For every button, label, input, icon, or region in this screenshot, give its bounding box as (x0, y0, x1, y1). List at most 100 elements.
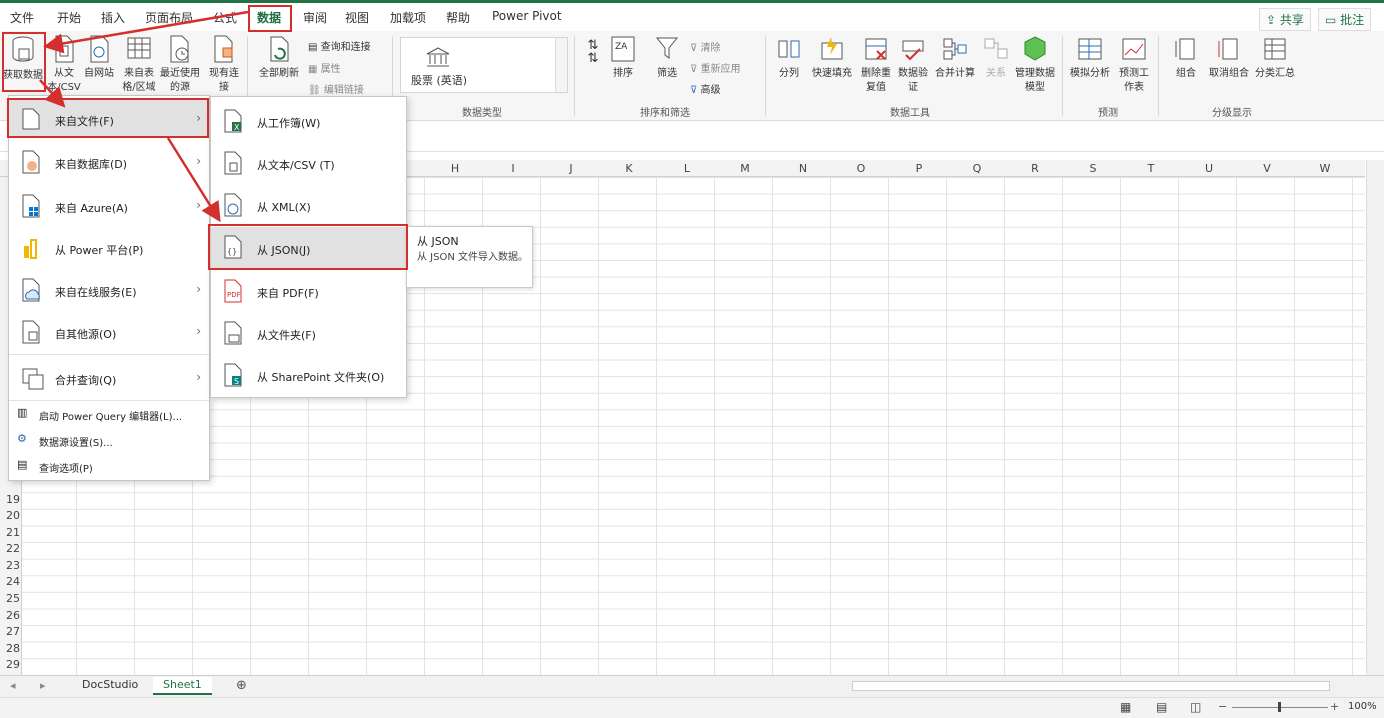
menu-item-label: 启动 Power Query 编辑器(L)... (39, 412, 183, 423)
group-label-sort-filter: 排序和筛选 (640, 108, 690, 119)
row-header[interactable]: 25 (0, 592, 20, 605)
vertical-scrollbar[interactable] (1366, 160, 1384, 675)
row-header[interactable]: 28 (0, 642, 20, 655)
column-header[interactable]: W (1296, 162, 1354, 175)
remove-duplicates-label: 删除重复值 (861, 68, 891, 93)
annotation-arrows (39, 10, 249, 223)
comment-icon: ▭ (1325, 13, 1341, 27)
zoom-slider-thumb[interactable] (1278, 702, 1281, 712)
menu-item-label: 数据源设置(S)... (39, 438, 113, 449)
menu-item-combine-queries[interactable]: 合并查询(Q) › (9, 358, 209, 398)
row-header[interactable]: 24 (0, 575, 20, 588)
column-header[interactable]: N (774, 162, 832, 175)
sheet-tab-docstudio[interactable]: DocStudio (72, 677, 148, 695)
column-header[interactable]: R (1006, 162, 1064, 175)
group-button[interactable]: 组合 (1166, 35, 1206, 80)
menu-item-query-options[interactable]: ▤ 查询选项(P) (9, 455, 209, 479)
page-layout-view-icon[interactable]: ▤ (1156, 700, 1167, 714)
tab-power-pivot[interactable]: Power Pivot (492, 9, 562, 23)
tab-help[interactable]: 帮助 (446, 9, 470, 26)
what-if-analysis-button[interactable]: 模拟分析 (1066, 35, 1114, 80)
chevron-right-icon: › (196, 370, 201, 384)
page-break-view-icon[interactable]: ◫ (1190, 700, 1201, 714)
column-header[interactable]: T (1122, 162, 1180, 175)
menu-item-from-other-sources[interactable]: 自其他源(O) › (9, 312, 209, 352)
ribbon-separator (574, 36, 575, 116)
horizontal-scrollbar[interactable] (852, 681, 1330, 691)
ribbon-separator (765, 36, 766, 116)
column-header[interactable]: O (832, 162, 890, 175)
row-header[interactable]: 23 (0, 559, 20, 572)
reapply-button[interactable]: ⊽ 重新应用 (690, 60, 741, 75)
flash-fill-button[interactable]: 快速填充 (808, 35, 856, 80)
manage-data-model-label: 管理数据模型 (1015, 68, 1055, 93)
column-header[interactable]: U (1180, 162, 1238, 175)
column-header[interactable]: L (658, 162, 716, 175)
clear-filter-button[interactable]: ⊽ 清除 (690, 39, 721, 54)
remove-duplicates-button[interactable]: 删除重复值 (858, 35, 894, 94)
column-header[interactable]: H (426, 162, 484, 175)
row-header[interactable]: 20 (0, 509, 20, 522)
comment-button[interactable]: ▭ 批注 (1318, 8, 1372, 31)
sheet-nav-next-icon[interactable]: ▸ (40, 679, 46, 692)
add-sheet-icon[interactable]: ⊕ (236, 678, 247, 693)
forecast-icon (1122, 38, 1146, 60)
column-header[interactable]: M (716, 162, 774, 175)
arrow-get-data-to-from-file (39, 79, 66, 108)
group-label-forecast: 预测 (1098, 108, 1118, 119)
column-header[interactable]: S (1064, 162, 1122, 175)
combine-queries-icon (22, 368, 44, 390)
filter-label: 筛选 (657, 68, 677, 79)
data-type-gallery[interactable]: 股票 (英语) (400, 37, 568, 93)
filter-button[interactable]: 筛选 (650, 35, 684, 80)
svg-text:PDF: PDF (227, 291, 241, 299)
gallery-scroll[interactable] (555, 38, 567, 92)
share-button[interactable]: ⇪ 共享 (1259, 8, 1311, 31)
subtotal-button[interactable]: 分类汇总 (1252, 35, 1298, 80)
reapply-icon: ⊽ (690, 64, 701, 75)
relationships-button[interactable]: 关系 (980, 35, 1012, 80)
column-header[interactable]: P (890, 162, 948, 175)
column-header[interactable]: J (542, 162, 600, 175)
row-header[interactable]: 19 (0, 493, 20, 506)
menu-item-from-folder[interactable]: 从文件夹(F) (211, 313, 406, 353)
sheet-nav-prev-icon[interactable]: ◂ (10, 679, 16, 692)
sort-button[interactable]: ZA 排序 (606, 35, 640, 80)
manage-data-model-button[interactable]: 管理数据模型 (1014, 35, 1056, 94)
menu-item-label: 从文件夹(F) (257, 329, 316, 342)
menu-item-data-source-settings[interactable]: ⚙ 数据源设置(S)... (9, 429, 209, 453)
other-sources-icon (22, 320, 40, 344)
arrow-from-file-to-json (166, 137, 221, 223)
menu-item-label: 查询选项(P) (39, 464, 93, 475)
column-header[interactable]: Q (948, 162, 1006, 175)
group-label: 组合 (1176, 68, 1196, 79)
row-header[interactable]: 27 (0, 625, 20, 638)
column-header[interactable]: K (600, 162, 658, 175)
zoom-in-icon[interactable]: + (1330, 700, 1339, 713)
zoom-level[interactable]: 100% (1348, 701, 1377, 712)
ribbon-separator (1062, 36, 1063, 116)
row-header[interactable]: 21 (0, 526, 20, 539)
row-header[interactable]: 26 (0, 609, 20, 622)
text-to-columns-button[interactable]: 分列 (772, 35, 806, 80)
sort-az-button[interactable]: ⇅ ⇅ (582, 39, 604, 65)
column-header[interactable]: I (484, 162, 542, 175)
menu-item-from-sharepoint-folder[interactable]: S 从 SharePoint 文件夹(O) (211, 355, 406, 395)
sheet-tab-sheet1[interactable]: Sheet1 (153, 677, 212, 695)
data-validation-button[interactable]: 数据验证 (894, 35, 932, 94)
svg-text:ZA: ZA (615, 42, 628, 52)
ribbon-separator (1158, 36, 1159, 116)
column-header[interactable]: V (1238, 162, 1296, 175)
chevron-right-icon: › (196, 282, 201, 296)
ungroup-button[interactable]: 取消组合 (1206, 35, 1252, 80)
menu-item-launch-power-query[interactable]: ▥ 启动 Power Query 编辑器(L)... (9, 403, 209, 427)
row-header[interactable]: 29 (0, 658, 20, 671)
forecast-sheet-button[interactable]: 预测工作表 (1116, 35, 1152, 94)
consolidate-button[interactable]: 合并计算 (932, 35, 978, 80)
row-header[interactable]: 22 (0, 542, 20, 555)
advanced-filter-button[interactable]: ⊽ 高级 (690, 81, 721, 96)
normal-view-icon[interactable]: ▦ (1120, 700, 1131, 714)
sort-za-icon: ⇅ (587, 51, 599, 66)
zoom-out-icon[interactable]: − (1218, 700, 1227, 713)
consolidate-icon (943, 38, 967, 60)
